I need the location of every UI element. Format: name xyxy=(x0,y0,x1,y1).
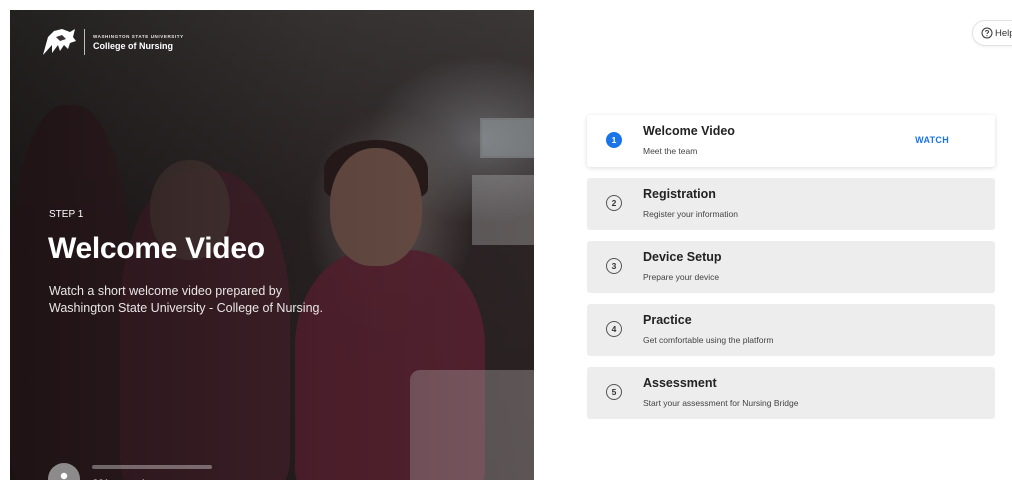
step-number: 5 xyxy=(606,384,622,400)
hero-title: Welcome Video xyxy=(48,232,265,265)
step-number: 3 xyxy=(606,258,622,274)
logo-divider xyxy=(84,29,85,55)
step-title: Assessment xyxy=(643,376,717,390)
step-practice[interactable]: 4 Practice Get comfortable using the pla… xyxy=(587,304,995,356)
step-registration[interactable]: 2 Registration Register your information xyxy=(587,178,995,230)
help-circle-icon xyxy=(981,27,993,39)
steps-list: 1 Welcome Video Meet the team WATCH 2 Re… xyxy=(587,115,995,430)
hero-step-label: STEP 1 xyxy=(49,209,84,220)
logo-text: WASHINGTON STATE UNIVERSITY College of N… xyxy=(93,34,184,51)
help-label: Help xyxy=(995,27,1012,39)
user-icon xyxy=(60,472,68,480)
hero-description: Watch a short welcome video prepared by … xyxy=(49,284,323,315)
step-subtitle: Prepare your device xyxy=(643,272,720,282)
progress-info: 0% complete xyxy=(92,463,212,480)
step-welcome-video[interactable]: 1 Welcome Video Meet the team WATCH xyxy=(587,115,995,167)
progress-bar xyxy=(92,465,212,469)
help-button[interactable]: Help xyxy=(972,20,1012,46)
avatar xyxy=(48,463,80,480)
step-subtitle: Start your assessment for Nursing Bridge xyxy=(643,398,799,408)
watch-button[interactable]: WATCH xyxy=(915,135,949,145)
step-device-setup[interactable]: 3 Device Setup Prepare your device xyxy=(587,241,995,293)
hero-panel: WASHINGTON STATE UNIVERSITY College of N… xyxy=(10,10,534,480)
logo-college: College of Nursing xyxy=(93,40,174,51)
progress-section: 0% complete xyxy=(48,463,212,480)
step-subtitle: Meet the team xyxy=(643,146,698,156)
step-subtitle: Register your information xyxy=(643,209,738,219)
step-number: 1 xyxy=(606,132,622,148)
wsu-logo: WASHINGTON STATE UNIVERSITY College of N… xyxy=(40,27,184,57)
step-title: Welcome Video xyxy=(643,124,735,138)
step-number: 4 xyxy=(606,321,622,337)
cougar-logo-icon xyxy=(43,29,76,55)
step-title: Device Setup xyxy=(643,250,722,264)
step-title: Practice xyxy=(643,313,692,327)
step-title: Registration xyxy=(643,187,716,201)
step-subtitle: Get comfortable using the platform xyxy=(643,335,774,345)
step-number: 2 xyxy=(606,195,622,211)
logo-university: WASHINGTON STATE UNIVERSITY xyxy=(93,33,184,39)
step-assessment[interactable]: 5 Assessment Start your assessment for N… xyxy=(587,367,995,419)
